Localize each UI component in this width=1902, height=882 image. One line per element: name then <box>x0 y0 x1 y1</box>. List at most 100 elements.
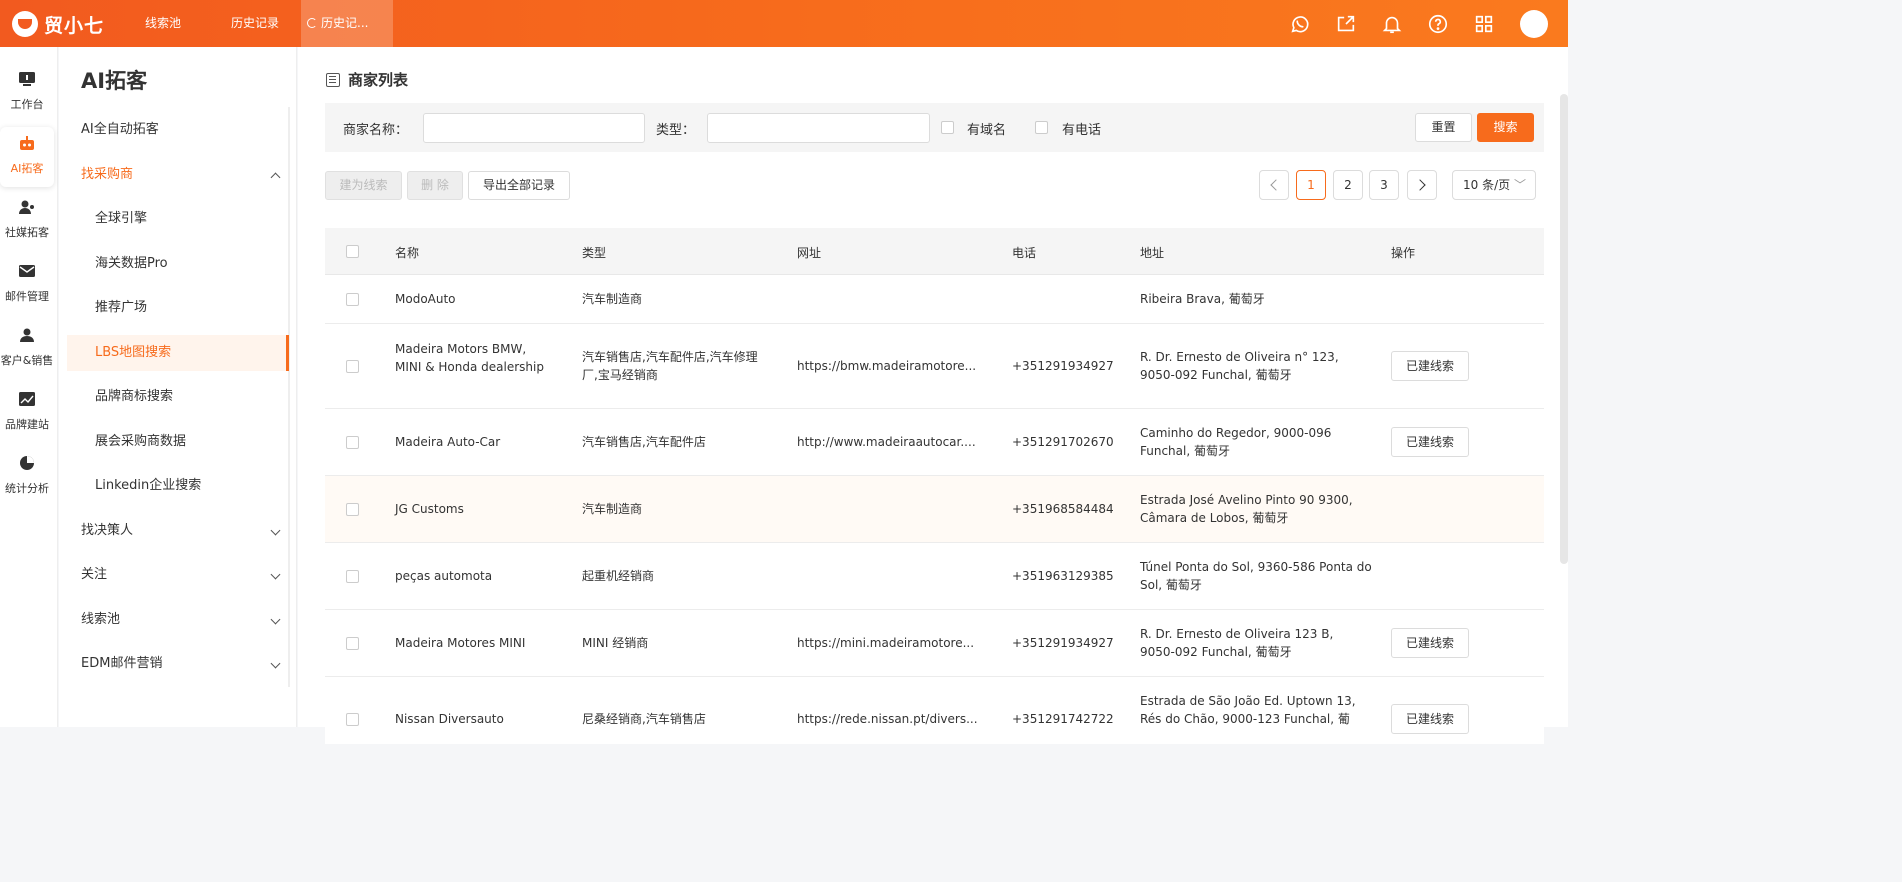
select-all-checkbox[interactable] <box>346 245 359 258</box>
menu-item-follow[interactable]: 关注 <box>81 557 287 593</box>
delete-button[interactable]: 删 除 <box>407 171 463 200</box>
page-title: 商家列表 <box>348 71 409 89</box>
menu-item-trademark[interactable]: 品牌商标搜索 <box>95 379 301 415</box>
cell-type: 起重机经销商 <box>582 569 655 583</box>
rail-item-analytics[interactable]: 统计分析 <box>0 447 54 507</box>
row-checkbox[interactable] <box>346 637 359 650</box>
cell-url[interactable]: https://bmw.madeiramotore... <box>797 357 985 375</box>
chevron-down-icon <box>270 614 281 625</box>
rail-item-ai-prospecting[interactable]: AI拓客 <box>0 127 54 187</box>
customer-icon <box>20 328 34 342</box>
pagination-prev-button[interactable] <box>1259 170 1289 200</box>
brand-name: 贸小七 <box>44 14 105 37</box>
share-icon[interactable] <box>1334 12 1358 36</box>
pagination-page[interactable]: 3 <box>1369 170 1399 200</box>
menu-item-decision-makers[interactable]: 找决策人 <box>81 513 287 549</box>
lead-created-button[interactable]: 已建线索 <box>1391 628 1469 658</box>
row-checkbox[interactable] <box>346 360 359 373</box>
menu-item-ai-auto[interactable]: AI全自动拓客 <box>81 112 287 148</box>
menu-item-exhibition[interactable]: 展会采购商数据 <box>95 424 301 460</box>
column-header-url: 网址 <box>797 246 822 260</box>
cell-phone: +351291934927 <box>1012 636 1114 650</box>
menu-item-lead-pool[interactable]: 线索池 <box>81 602 287 638</box>
bell-icon[interactable] <box>1380 12 1404 36</box>
table-row[interactable]: Nissan Diversauto 尼桑经销商,汽车销售店 https://re… <box>325 677 1544 744</box>
table-row[interactable]: JG Customs 汽车制造商 +351968584484 Estrada J… <box>325 476 1544 543</box>
cell-url[interactable]: https://rede.nissan.pt/divers... <box>797 710 985 728</box>
table-row[interactable]: Madeira Motors BMW, MINI & Honda dealers… <box>325 324 1544 409</box>
cell-phone: +351968584484 <box>1012 502 1114 516</box>
row-checkbox[interactable] <box>346 293 359 306</box>
table-row[interactable]: Madeira Motores MINI MINI 经销商 https://mi… <box>325 610 1544 677</box>
pagination-page[interactable]: 2 <box>1333 170 1363 200</box>
row-checkbox[interactable] <box>346 503 359 516</box>
menu-item-find-buyers[interactable]: 找采购商 <box>81 157 287 193</box>
tab-history-loading-label: 历史记... <box>321 16 369 30</box>
menu-item-global-engine[interactable]: 全球引擎 <box>95 201 301 237</box>
has-domain-checkbox[interactable] <box>941 121 954 134</box>
lead-created-button[interactable]: 已建线索 <box>1391 351 1469 381</box>
export-all-button[interactable]: 导出全部记录 <box>468 171 570 200</box>
pagination-page[interactable]: 1 <box>1296 170 1326 200</box>
has-phone-checkbox[interactable] <box>1035 121 1048 134</box>
refresh-icon <box>307 18 317 28</box>
table-row[interactable]: Madeira Auto-Car 汽车销售店,汽车配件店 http://www.… <box>325 409 1544 476</box>
sub-menu: AI拓客 AI全自动拓客 找采购商 全球引擎 海关数据Pro 推荐广场 LBS地… <box>59 47 297 727</box>
menu-item-label: 找决策人 <box>81 523 134 538</box>
whatsapp-icon[interactable] <box>1288 12 1312 36</box>
apps-grid-icon[interactable] <box>1472 12 1496 36</box>
menu-item-label: 关注 <box>81 567 108 582</box>
app-logo[interactable]: 贸小七 <box>12 10 104 38</box>
table-row[interactable]: ModoAuto 汽车制造商 Ribeira Brava, 葡萄牙 <box>325 275 1544 324</box>
cell-address: Ribeira Brava, 葡萄牙 <box>1140 292 1265 306</box>
lead-created-button[interactable]: 已建线索 <box>1391 427 1469 457</box>
create-lead-button[interactable]: 建为线索 <box>325 171 402 200</box>
chevron-down-icon <box>270 658 281 669</box>
row-checkbox[interactable] <box>346 713 359 726</box>
lead-created-button[interactable]: 已建线索 <box>1391 704 1469 734</box>
search-button[interactable]: 搜索 <box>1477 113 1534 142</box>
type-input[interactable] <box>707 113 930 143</box>
menu-item-lbs-map[interactable]: LBS地图搜索 <box>67 335 289 371</box>
cell-type: 汽车销售店,汽车配件店,汽车修理厂,宝马经销商 <box>582 350 758 382</box>
tab-history-loading[interactable]: 历史记... <box>301 0 393 47</box>
rail-item-customers[interactable]: 客户&销售 <box>0 319 54 379</box>
rail-item-workbench[interactable]: 工作台 <box>0 63 54 123</box>
menu-item-linkedin[interactable]: Linkedin企业搜索 <box>95 468 301 504</box>
menu-item-customs-pro[interactable]: 海关数据Pro <box>95 246 301 282</box>
main-scrollbar[interactable] <box>1560 94 1568 564</box>
pagination-next-button[interactable] <box>1407 170 1437 200</box>
top-toolbar <box>1266 10 1548 38</box>
filter-bar: 商家名称： 类型： 有域名 有电话 重置 搜索 <box>325 103 1544 152</box>
menu-item-recommend[interactable]: 推荐广场 <box>95 290 301 326</box>
cell-url[interactable]: https://mini.madeiramotore... <box>797 634 985 652</box>
rail-item-social[interactable]: 社媒拓客 <box>0 191 54 251</box>
row-checkbox[interactable] <box>346 436 359 449</box>
social-users-icon <box>19 200 34 214</box>
rail-item-label: 邮件管理 <box>5 290 49 303</box>
tab-lead-pool[interactable]: 线索池 <box>128 0 198 47</box>
chevron-down-icon: ﹀ <box>1513 178 1526 192</box>
merchant-name-label: 商家名称： <box>343 123 409 138</box>
table-row[interactable]: peças automota 起重机经销商 +351963129385 Túne… <box>325 543 1544 610</box>
has-domain-label: 有域名 <box>967 123 1007 138</box>
merchant-name-input[interactable] <box>423 113 645 143</box>
row-checkbox[interactable] <box>346 570 359 583</box>
cell-address: Estrada de São João Ed. Uptown 13, Rés d… <box>1140 694 1356 726</box>
tab-history[interactable]: 历史记录 <box>220 0 290 47</box>
pie-chart-icon <box>20 456 34 470</box>
rail-item-site-builder[interactable]: 品牌建站 <box>0 383 54 443</box>
help-icon[interactable] <box>1426 12 1450 36</box>
cell-phone: +351291934927 <box>1012 359 1114 373</box>
user-avatar[interactable] <box>1520 10 1548 38</box>
menu-item-edm[interactable]: EDM邮件营销 <box>81 646 287 682</box>
reset-button[interactable]: 重置 <box>1415 113 1472 142</box>
rail-item-mail[interactable]: 邮件管理 <box>0 255 54 315</box>
cell-url[interactable]: http://www.madeiraautocar.... <box>797 433 985 451</box>
logo-icon <box>12 11 38 37</box>
cell-name: ModoAuto <box>395 292 456 306</box>
cell-name: Madeira Auto-Car <box>395 435 501 449</box>
rail-item-label: 工作台 <box>10 98 44 111</box>
page-size-select[interactable]: 10 条/页 ﹀ <box>1452 170 1536 200</box>
cell-address: Túnel Ponta do Sol, 9360-586 Ponta do So… <box>1140 560 1372 592</box>
